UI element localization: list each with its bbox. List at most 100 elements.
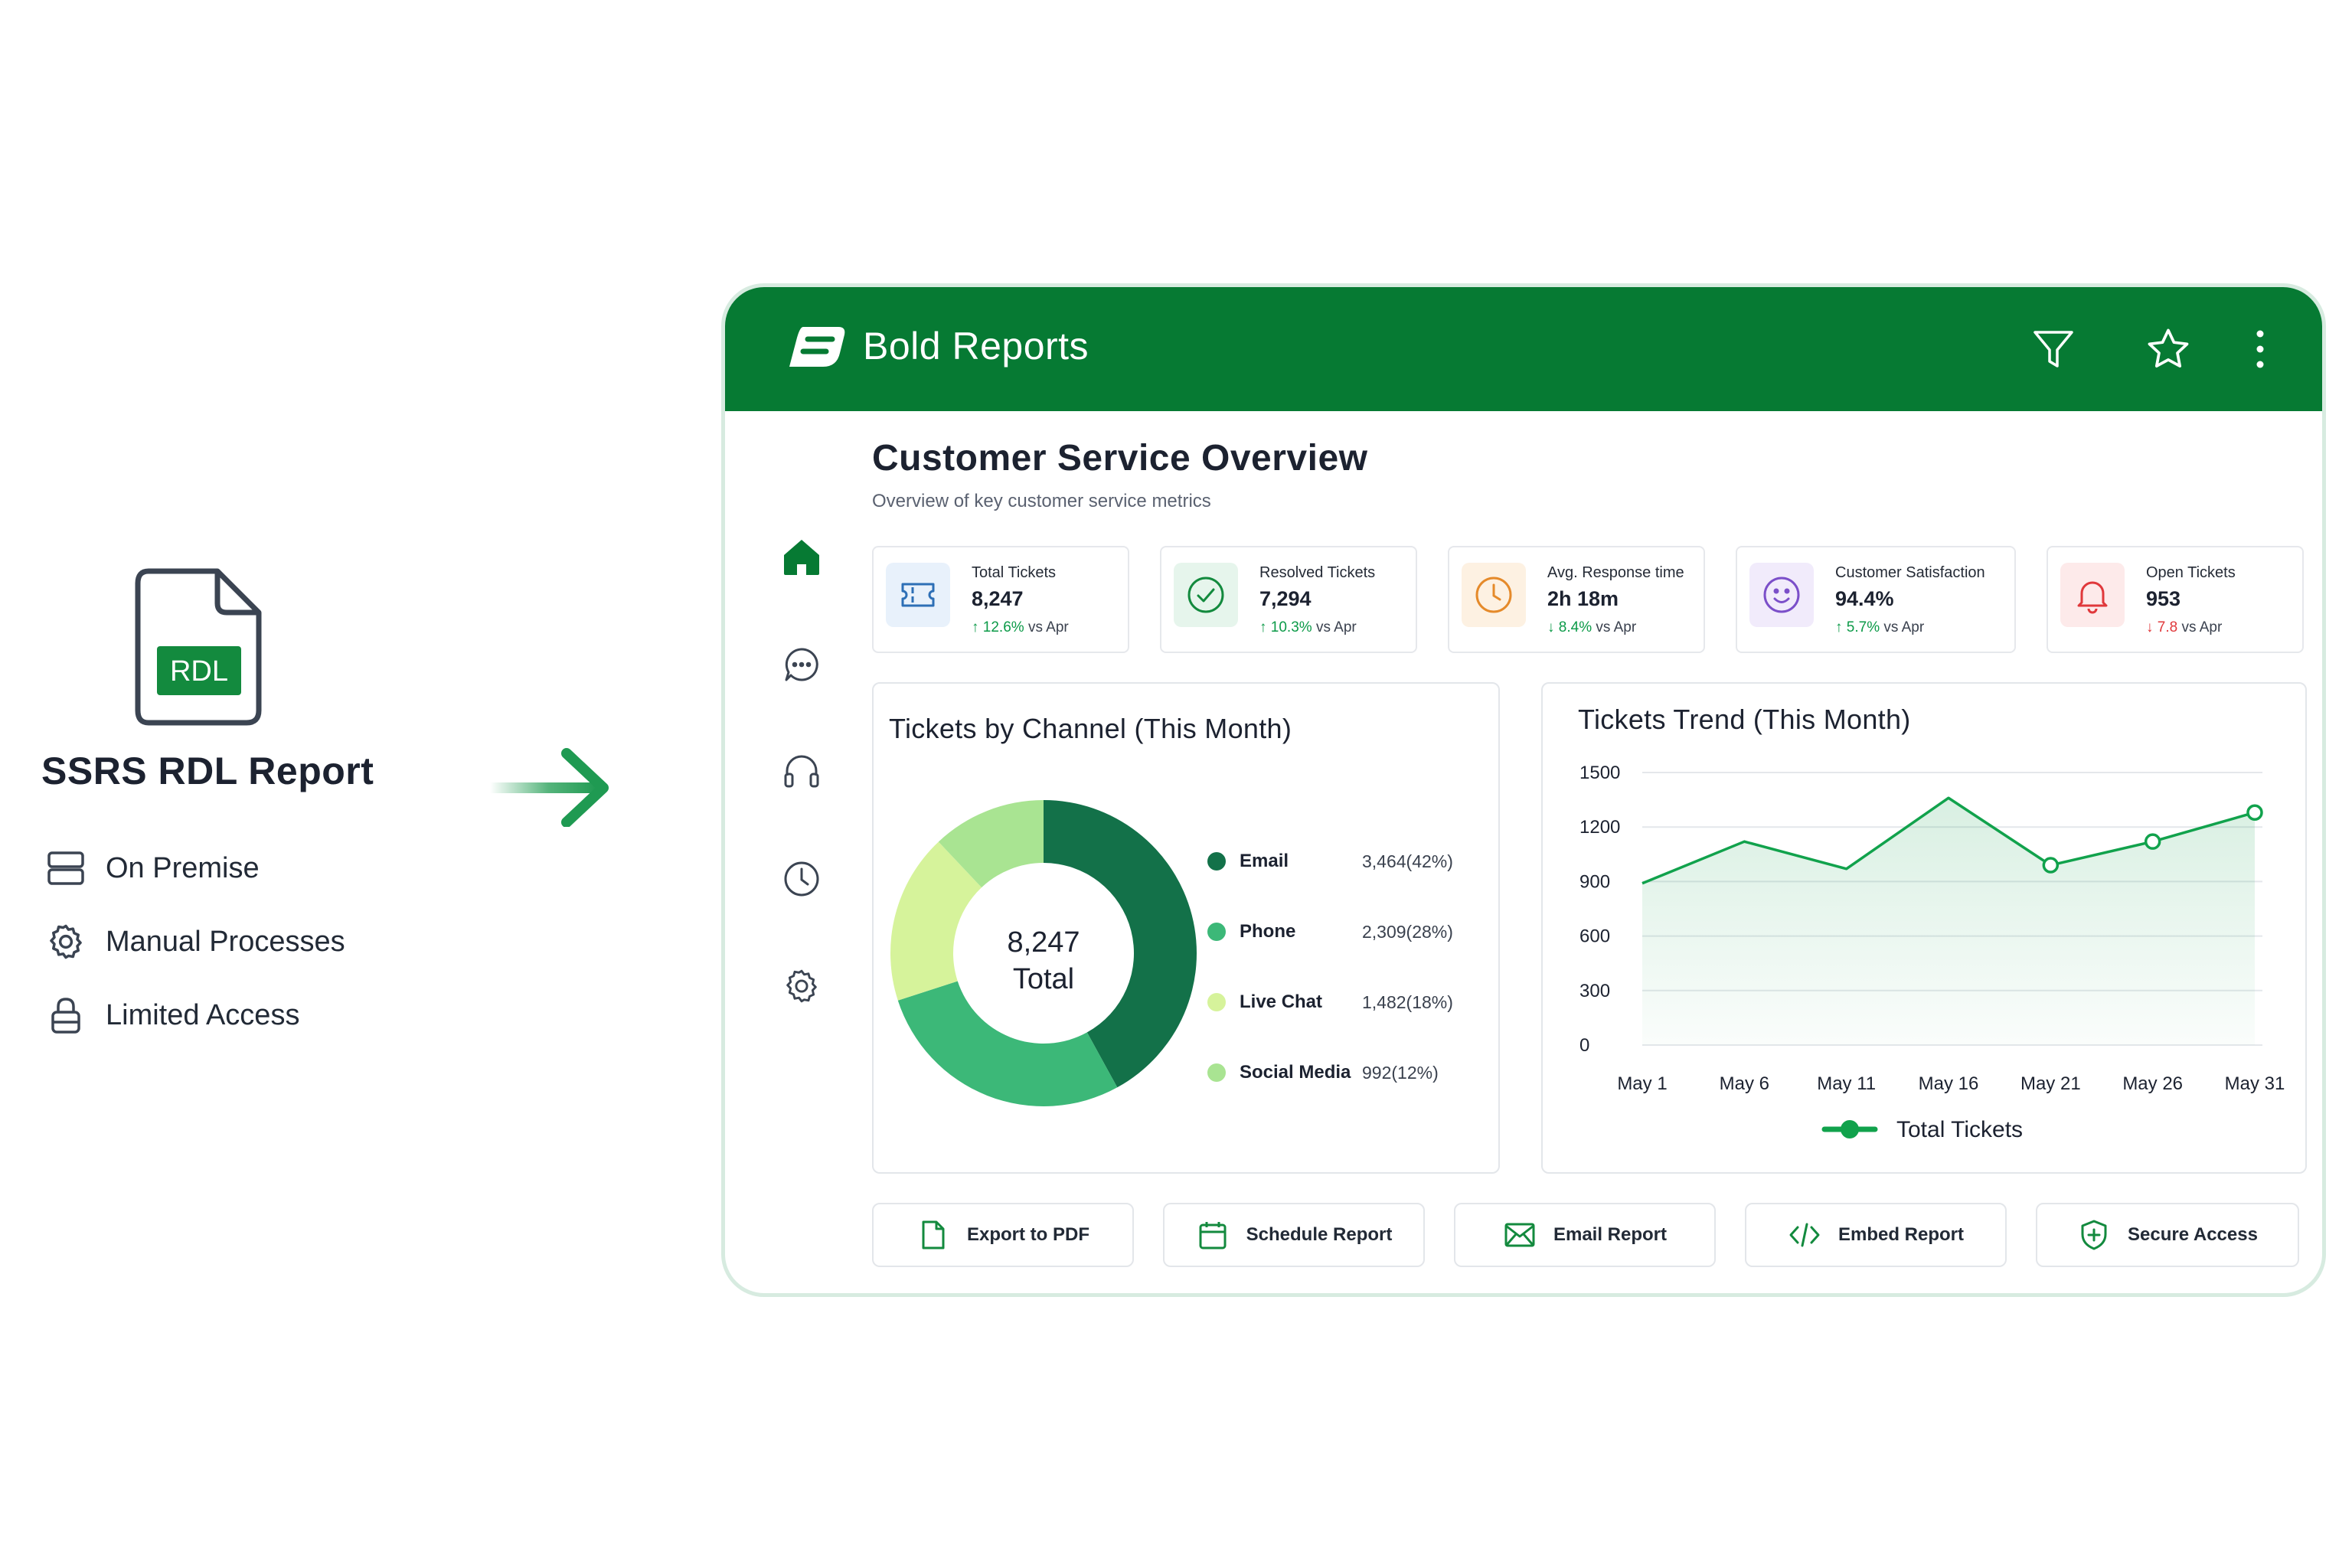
x-tick-label: May 11 [1817,1073,1876,1094]
kpi-delta: ↓ 8.4% vs Apr [1547,619,1636,636]
legend-item-live-chat: Live Chat 1,482(18%) [1207,987,1453,1018]
kpi-value: 2h 18m [1547,587,1619,610]
legend-item-phone: Phone 2,309(28%) [1207,916,1453,947]
kpi-delta: ↑ 12.6% vs Apr [972,619,1069,636]
legend-item-email: Email 3,464(42%) [1207,846,1453,877]
feature-label: Limited Access [106,998,300,1031]
kpi-delta-arrow: ↓ [2146,619,2154,635]
trend-chart: 1500 1200 900 600 300 0 May 1 May 6 May 11 May 16… [1579,763,2285,1142]
nav-chat[interactable] [771,639,832,693]
donut-chart: 8,247 Total [890,800,1197,1106]
shield-icon [2077,1218,2111,1252]
kpi-label: Total Tickets [972,564,1057,581]
kpi-delta: ↑ 10.3% vs Apr [1259,619,1357,636]
bold-reports-logo-icon [786,324,848,371]
arrow-right-icon [490,747,612,828]
embed-report-button[interactable]: Embed Report [1745,1203,2007,1267]
promo-title: SSRS RDL Report [41,750,374,792]
legend-label: Live Chat [1240,991,1323,1012]
nav-support[interactable] [771,746,832,800]
feature-label: On Premise [106,851,260,884]
donut-slice-phone[interactable] [897,981,1118,1106]
kpi-delta-arrow: ↑ [972,619,979,635]
x-tick-label: May 31 [2225,1073,2285,1094]
kpi-delta-suffix: vs Apr [2181,619,2223,635]
legend-label: Email [1240,851,1289,871]
kpi-value: 953 [2146,587,2181,610]
schedule-report-button[interactable]: Schedule Report [1163,1203,1425,1267]
y-tick-label: 600 [1579,926,1610,947]
code-icon [1788,1218,1821,1252]
kpi-delta-value: 12.6% [982,619,1024,635]
email-report-button[interactable]: Email Report [1454,1203,1716,1267]
secure-access-button[interactable]: Secure Access [2036,1203,2299,1267]
y-tick-label: 1200 [1579,817,1620,838]
chat-icon [783,646,820,687]
kpi-delta-suffix: vs Apr [1883,619,1925,635]
home-icon [781,537,822,582]
action-label: Export to PDF [967,1224,1089,1245]
dashboard-card: Bold Reports Customer Service Overview O… [721,283,2326,1297]
headset-icon [782,753,821,795]
donut-chart-title: Tickets by Channel (This Month) [889,713,1292,744]
action-label: Email Report [1553,1224,1668,1245]
more-vertical-icon[interactable] [2233,322,2287,376]
legend-swatch [1207,923,1226,941]
nav-settings[interactable] [771,961,832,1014]
server-icon [44,847,87,890]
nav-history[interactable] [771,854,832,907]
app-header: Bold Reports [725,287,2322,411]
smile-icon [1749,563,1814,627]
legend-value: 3,464(42%) [1362,851,1453,871]
kpi-delta: ↑ 5.7% vs Apr [1835,619,1924,636]
calendar-icon [1196,1218,1230,1252]
y-tick-label: 300 [1579,981,1610,1001]
x-tick-label: May 1 [1617,1073,1667,1094]
kpi-label: Customer Satisfaction [1835,564,1985,581]
action-label: Embed Report [1838,1224,1964,1245]
star-icon[interactable] [2141,322,2195,376]
legend-swatch [1207,1063,1226,1082]
legend-swatch [1207,993,1226,1011]
filter-icon[interactable] [2027,322,2080,376]
trend-point-marker[interactable] [2246,804,2263,821]
kpi-value: 94.4% [1835,587,1894,610]
donut-center-value: 8,247 [1007,926,1080,959]
kpi-delta-arrow: ↑ [1259,619,1267,635]
kpi-label: Open Tickets [2146,564,2236,581]
kpi-delta-suffix: vs Apr [1027,619,1069,635]
settings-icon [782,967,821,1009]
y-tick-label: 1500 [1579,763,1620,783]
kpi-open-tickets[interactable]: Open Tickets 953 ↓ 7.8 vs Apr [2047,546,2304,653]
trend-area-fill [1642,798,2255,1045]
kpi-total-tickets[interactable]: Total Tickets 8,247 ↑ 12.6% vs Apr [872,546,1129,653]
trend-point-marker[interactable] [2144,833,2161,850]
kpi-customer-satisfaction[interactable]: Customer Satisfaction 94.4% ↑ 5.7% vs Ap… [1736,546,2016,653]
kpi-avg-response-time[interactable]: Avg. Response time 2h 18m ↓ 8.4% vs Apr [1448,546,1705,653]
kpi-delta: ↓ 7.8 vs Apr [2146,619,2222,636]
rdl-file-icon: RDL [135,568,262,726]
kpi-resolved-tickets[interactable]: Resolved Tickets 7,294 ↑ 10.3% vs Apr [1160,546,1417,653]
kpi-label: Avg. Response time [1547,564,1684,581]
mail-icon [1503,1218,1537,1252]
action-label: Schedule Report [1246,1224,1393,1245]
tickets-by-channel-panel: Tickets by Channel (This Month) 8,247 To… [872,682,1500,1174]
nav-home[interactable] [771,532,832,586]
feature-manual-processes: Manual Processes [44,919,345,965]
feature-limited-access: Limited Access [44,992,299,1038]
export-pdf-button[interactable]: Export to PDF [872,1203,1134,1267]
legend-value: 992(12%) [1362,1062,1439,1083]
trend-point-marker[interactable] [2042,857,2060,874]
kpi-delta-suffix: vs Apr [1315,619,1357,635]
donut-center-label: Total [1013,963,1074,995]
kpi-delta-arrow: ↓ [1547,619,1555,635]
x-tick-label: May 16 [1919,1073,1979,1094]
legend-swatch [1207,852,1226,871]
kpi-value: 7,294 [1259,587,1312,610]
file-icon [916,1218,950,1252]
y-tick-label: 900 [1579,871,1610,892]
legend-label: Social Media [1240,1062,1351,1083]
clock-icon [782,860,821,902]
kpi-delta-value: 7.8 [2157,619,2178,635]
trend-legend-label: Total Tickets [1896,1117,2023,1142]
